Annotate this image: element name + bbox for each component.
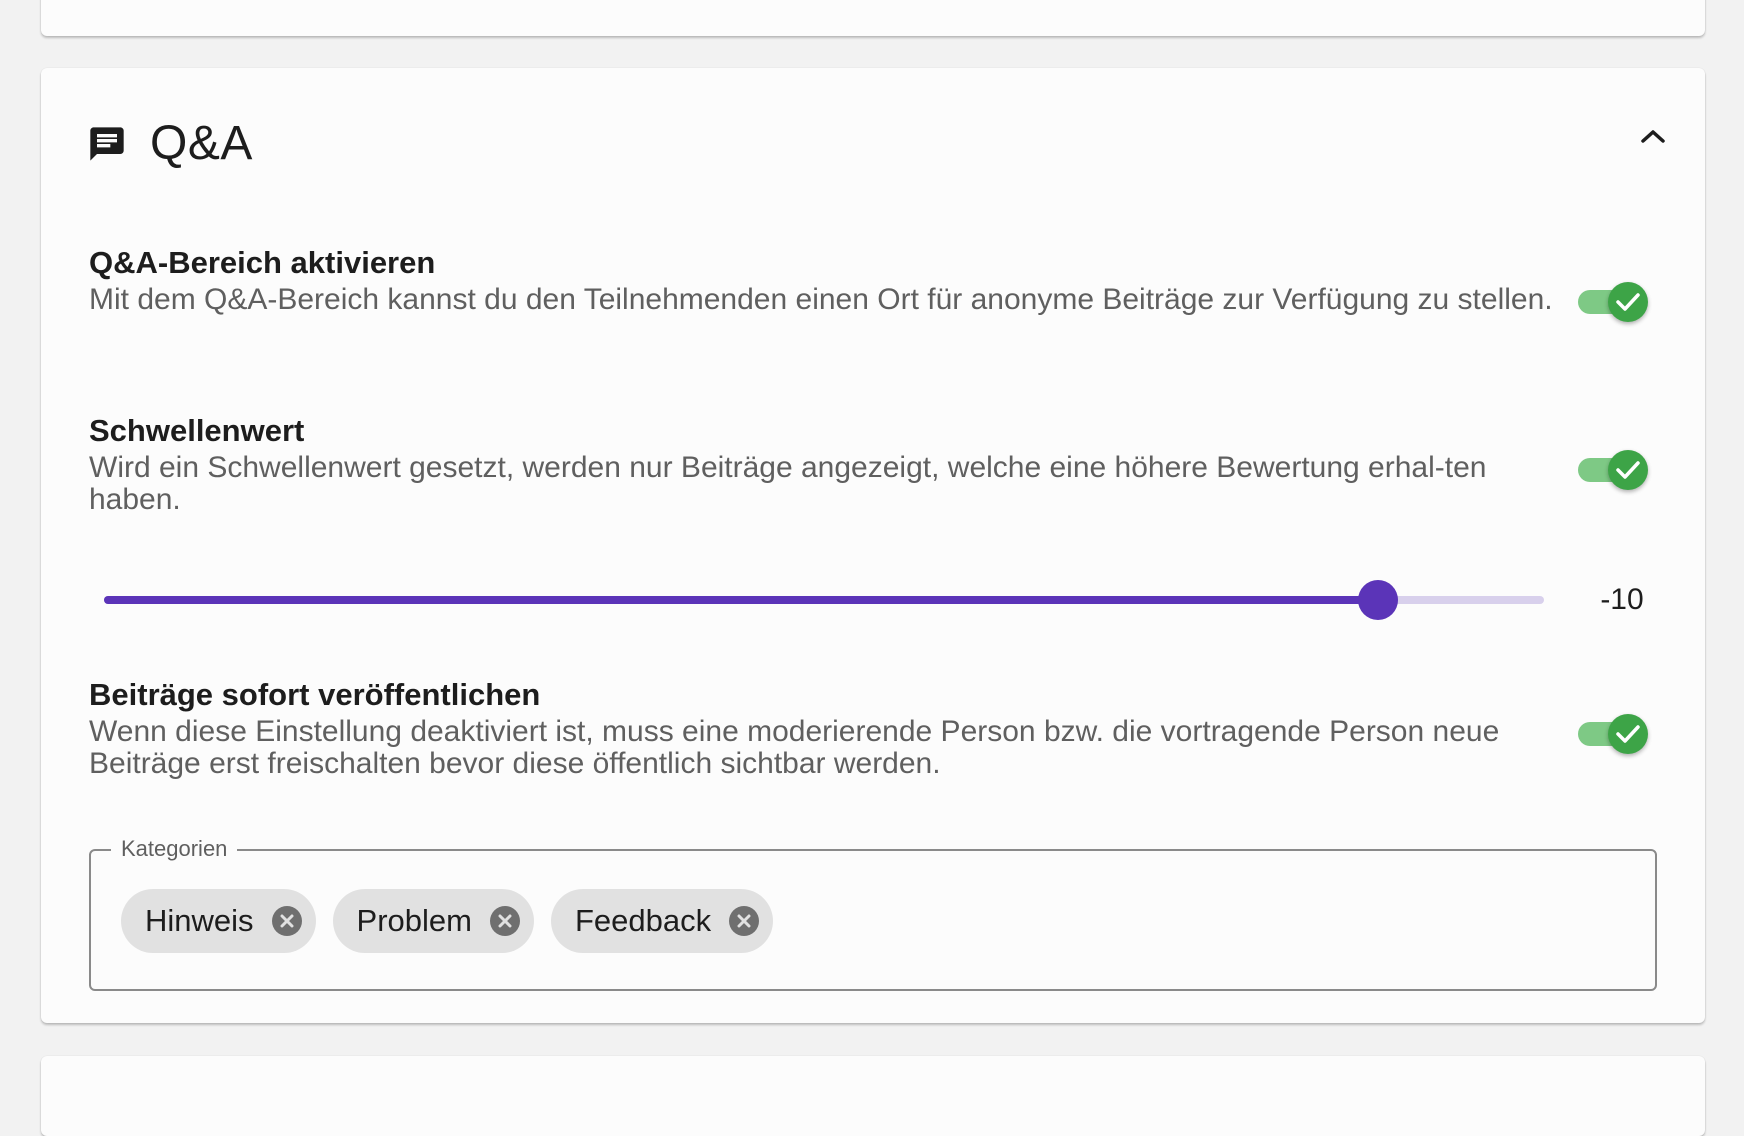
next-settings-card [41,1056,1705,1136]
setting-title: Schwellenwert [89,413,305,448]
toggle-thumb [1608,714,1648,754]
category-chip[interactable]: Hinweis [121,889,316,953]
remove-chip-button[interactable] [489,906,520,936]
chip-label: Feedback [574,903,712,938]
close-icon [737,914,751,928]
toggle-thumb [1608,282,1648,322]
collapse-button[interactable] [1635,118,1671,154]
slider-thumb[interactable] [1358,580,1399,620]
publish-immediately-toggle[interactable] [1578,712,1650,756]
category-chip[interactable]: Feedback [550,889,774,953]
setting-description: Wenn diese Einstellung deaktiviert ist, … [89,715,1500,780]
remove-chip-button[interactable] [271,906,302,936]
slider-fill [104,596,1379,604]
setting-enable-qa: Q&A-Bereich aktivieren Mit dem Q&A-Berei… [89,244,1569,316]
category-chip[interactable]: Problem [332,889,534,953]
chip-label: Hinweis [145,903,254,938]
setting-description: Wird ein Schwellenwert gesetzt, werden n… [89,451,1487,516]
toggle-thumb [1608,450,1648,490]
close-icon [280,914,294,928]
previous-settings-card [41,0,1705,36]
categories-field[interactable]: Kategorien Hinweis Problem Feedback [89,836,1657,991]
setting-threshold: Schwellenwert Wird ein Schwellenwert ges… [89,412,1569,516]
checkmark-icon [1616,293,1640,311]
close-icon [498,914,512,928]
chevron-up-icon [1641,130,1665,143]
chip-label: Problem [356,903,472,938]
checkmark-icon [1616,461,1640,479]
section-title: Q&A [150,117,253,170]
section-header: Q&A [87,116,253,171]
enable-qa-toggle[interactable] [1578,280,1650,324]
qa-settings-card: Q&A Q&A-Bereich aktivieren Mit dem Q&A-B… [41,68,1705,1023]
threshold-slider[interactable] [104,580,1544,620]
setting-description: Mit dem Q&A-Bereich kannst du den Teilne… [89,283,1553,316]
chat-icon [90,126,124,161]
checkmark-icon [1616,725,1640,743]
setting-publish-immediately: Beiträge sofort veröffentlichen Wenn die… [89,676,1569,780]
categories-label: Kategorien [111,836,238,862]
remove-chip-button[interactable] [729,906,760,936]
setting-title: Beiträge sofort veröffentlichen [89,677,541,712]
threshold-toggle[interactable] [1578,448,1650,492]
setting-title: Q&A-Bereich aktivieren [89,245,436,280]
threshold-value: -10 [1600,583,1644,616]
category-chip-list: Hinweis Problem Feedback [121,889,790,953]
